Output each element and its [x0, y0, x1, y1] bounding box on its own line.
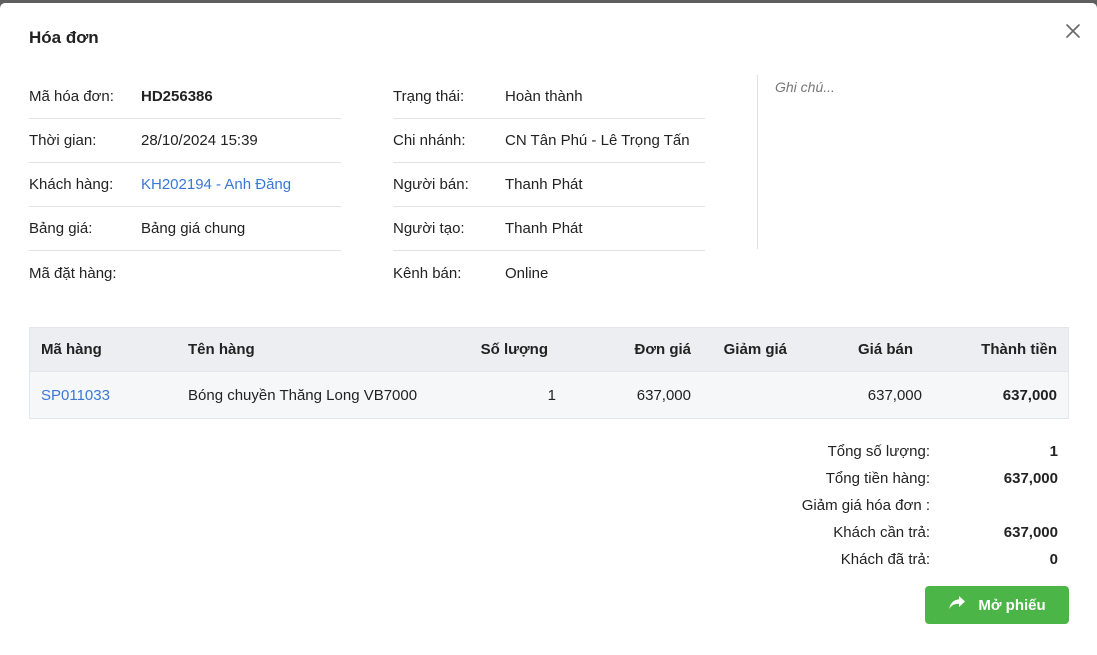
summary-value: 1	[1049, 443, 1058, 460]
product-name: Bóng chuyền Thăng Long VB7000	[188, 386, 418, 404]
summary-value: 0	[1049, 551, 1058, 568]
status-value: Hoàn thành	[505, 88, 583, 105]
info-label: Khách hàng:	[29, 176, 114, 193]
note-field[interactable]: Ghi chú...	[757, 75, 1067, 249]
col-header-code: Mã hàng	[41, 341, 102, 358]
channel-value: Online	[505, 264, 549, 282]
info-label: Bảng giá:	[29, 220, 93, 237]
customer-link[interactable]: KH202194 - Anh Đăng	[141, 176, 291, 193]
modal-title: Hóa đơn	[29, 28, 99, 47]
info-label: Kênh bán:	[393, 264, 462, 282]
info-column-left: Mã hóa đơn: HD256386 Thời gian: 28/10/20…	[29, 75, 341, 295]
info-row-price-list: Bảng giá: Bảng giá chung	[29, 207, 341, 251]
summary-row-amount-due: Khách cần trả: 637,000	[760, 519, 1058, 546]
open-receipt-label: Mở phiếu	[978, 596, 1046, 614]
summary-label: Tổng số lượng:	[827, 443, 930, 460]
info-row-seller: Người bán: Thanh Phát	[393, 163, 705, 207]
info-row-channel: Kênh bán: Online	[393, 251, 705, 295]
info-label: Người tạo:	[393, 220, 465, 237]
info-row-invoice-code: Mã hóa đơn: HD256386	[29, 75, 341, 119]
summary-label: Khách đã trả:	[840, 551, 930, 568]
summary-label: Giảm giá hóa đơn :	[801, 497, 930, 514]
table-header: Mã hàng Tên hàng Số lượng Đơn giá Giảm g…	[30, 328, 1068, 372]
info-label: Người bán:	[393, 176, 469, 193]
info-row-order-code: Mã đặt hàng:	[29, 251, 341, 295]
summary-block: Tổng số lượng: 1 Tổng tiền hàng: 637,000…	[760, 438, 1058, 573]
info-row-time: Thời gian: 28/10/2024 15:39	[29, 119, 341, 163]
col-header-sale-price: Giá bán	[857, 341, 913, 358]
product-unit-price: 637,000	[636, 386, 691, 404]
summary-row-total-qty: Tổng số lượng: 1	[760, 438, 1058, 465]
summary-label: Khách cần trả:	[833, 524, 930, 541]
col-header-total: Thành tiền	[981, 341, 1057, 358]
note-placeholder: Ghi chú...	[775, 79, 835, 95]
seller-value: Thanh Phát	[505, 176, 583, 193]
info-row-customer: Khách hàng: KH202194 - Anh Đăng	[29, 163, 341, 207]
price-list: Bảng giá chung	[141, 220, 246, 237]
invoice-modal: Hóa đơn Mã hóa đơn: HD256386 Thời gian: …	[0, 3, 1097, 655]
product-sale-price: 637,000	[867, 386, 922, 404]
product-total: 637,000	[1002, 386, 1057, 404]
table-row: SP011033 Bóng chuyền Thăng Long VB7000 1…	[30, 372, 1068, 418]
summary-row-invoice-discount: Giảm giá hóa đơn :	[760, 492, 1058, 519]
summary-value: 637,000	[1003, 470, 1058, 487]
info-label: Trạng thái:	[393, 88, 465, 105]
info-row-creator: Người tạo: Thanh Phát	[393, 207, 705, 251]
share-arrow-icon	[948, 595, 966, 615]
branch-value: CN Tân Phú - Lê Trọng Tấn	[505, 132, 690, 149]
info-label: Chi nhánh:	[393, 132, 466, 149]
col-header-name: Tên hàng	[188, 341, 255, 358]
info-label: Thời gian:	[29, 132, 97, 149]
info-row-status: Trạng thái: Hoàn thành	[393, 75, 705, 119]
info-row-branch: Chi nhánh: CN Tân Phú - Lê Trọng Tấn	[393, 119, 705, 163]
col-header-discount: Giảm giá	[723, 341, 787, 358]
invoice-code: HD256386	[141, 88, 213, 105]
product-code-link[interactable]: SP011033	[30, 387, 188, 404]
summary-row-subtotal: Tổng tiền hàng: 637,000	[760, 465, 1058, 492]
summary-label: Tổng tiền hàng:	[825, 470, 930, 487]
summary-row-amount-paid: Khách đã trả: 0	[760, 546, 1058, 573]
col-header-qty: Số lượng	[480, 341, 548, 358]
info-label: Mã hóa đơn:	[29, 88, 114, 105]
summary-value: 637,000	[1003, 524, 1058, 541]
creator-value: Thanh Phát	[505, 220, 583, 237]
items-table: Mã hàng Tên hàng Số lượng Đơn giá Giảm g…	[29, 327, 1069, 419]
info-label: Mã đặt hàng:	[29, 264, 117, 282]
product-qty: 1	[547, 386, 556, 404]
invoice-time: 28/10/2024 15:39	[141, 132, 258, 149]
info-column-middle: Trạng thái: Hoàn thành Chi nhánh: CN Tân…	[393, 75, 705, 295]
close-icon[interactable]	[1063, 21, 1083, 41]
open-receipt-button[interactable]: Mở phiếu	[925, 586, 1069, 624]
col-header-unit-price: Đơn giá	[634, 341, 692, 358]
